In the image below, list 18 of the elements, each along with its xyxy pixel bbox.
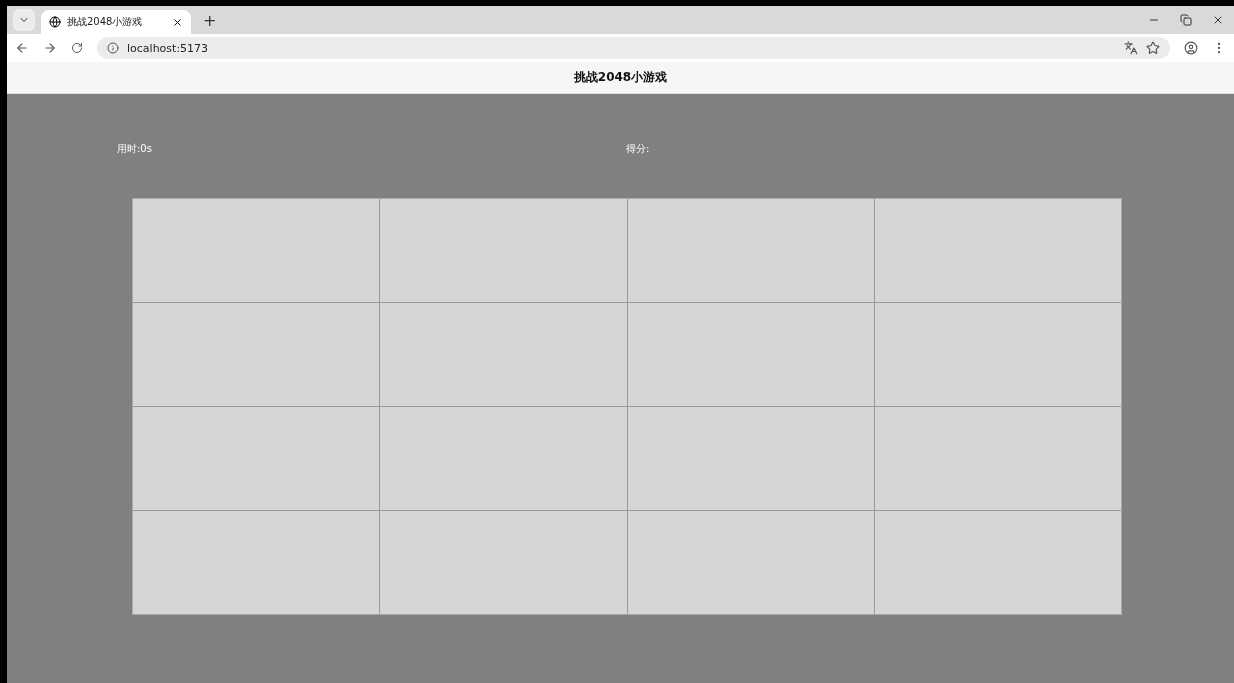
tab-title: 挑战2048小游戏 (67, 15, 144, 29)
back-icon[interactable] (15, 41, 29, 55)
close-icon[interactable] (172, 16, 183, 28)
forward-icon[interactable] (43, 41, 57, 55)
info-icon[interactable] (107, 42, 119, 54)
close-icon[interactable] (1212, 14, 1224, 26)
globe-icon (49, 16, 61, 28)
restore-icon[interactable] (1180, 14, 1192, 26)
browser-tab[interactable]: 挑战2048小游戏 (41, 10, 191, 34)
page-title: 挑战2048小游戏 (573, 69, 668, 86)
score-label: 得分: (626, 142, 651, 156)
time-label: 用时:0s (117, 142, 153, 156)
star-icon[interactable] (1146, 41, 1160, 55)
profile-icon[interactable] (1184, 41, 1198, 55)
reload-icon[interactable] (71, 42, 83, 54)
translate-icon[interactable] (1124, 41, 1138, 55)
address-field[interactable]: localhost:5173 (97, 37, 1170, 59)
new-tab-button[interactable]: + (203, 10, 217, 30)
